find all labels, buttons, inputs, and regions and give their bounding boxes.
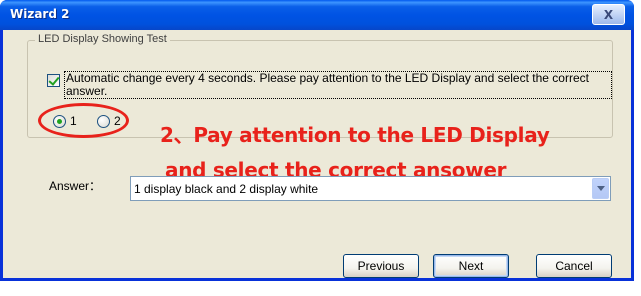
cancel-button-label: Cancel [555,259,593,273]
annotation-highlight-ellipse [38,103,129,138]
auto-change-checkbox[interactable] [47,74,60,87]
chevron-down-icon[interactable] [592,178,609,199]
title-bar[interactable]: Wizard 2 X [0,0,634,30]
previous-button[interactable]: Previous [343,254,419,278]
close-button[interactable]: X [592,4,625,25]
window-title: Wizard 2 [10,7,70,21]
cancel-button[interactable]: Cancel [536,254,612,278]
previous-button-label: Previous [357,259,405,273]
groupbox-legend: LED Display Showing Test [35,33,170,45]
answer-select[interactable]: 1 display black and 2 display white [130,176,611,201]
next-button[interactable]: Next [433,254,509,278]
auto-change-label[interactable]: Automatic change every 4 seconds. Please… [64,71,612,99]
answer-selected-value: 1 display black and 2 display white [134,182,319,196]
next-button-label: Next [458,259,484,273]
annotation-line-1: 2、Pay attention to the LED Display [160,123,550,147]
answer-label: Answer： [49,179,102,193]
close-icon: X [603,7,614,22]
